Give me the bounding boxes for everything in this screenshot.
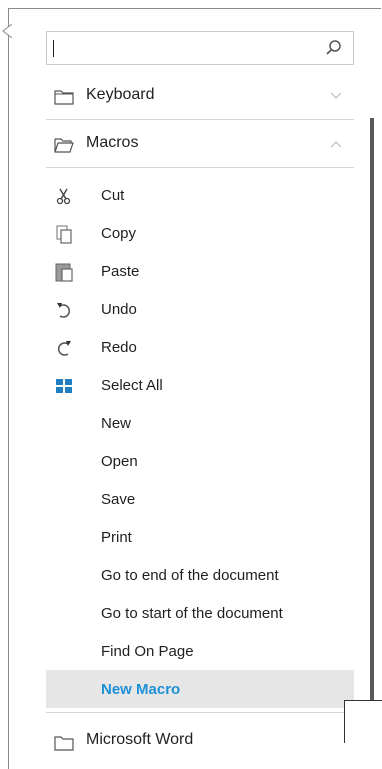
search-input[interactable] — [51, 36, 321, 60]
macro-item-paste[interactable]: Paste — [46, 252, 354, 290]
vertical-scrollbar[interactable] — [370, 118, 374, 704]
macro-list: Cut Copy Paste Undo Redo Select All New … — [46, 176, 354, 708]
section-microsoft-word[interactable]: Microsoft Word — [46, 712, 354, 753]
macro-item-new[interactable]: New — [46, 404, 354, 442]
search-box[interactable] — [46, 31, 354, 65]
macro-item-cut[interactable]: Cut — [46, 176, 354, 214]
macro-item-label: Undo — [101, 301, 137, 318]
macro-item-label: Redo — [101, 339, 137, 356]
macro-item-label: Select All — [101, 377, 163, 394]
chevron-up-icon[interactable] — [330, 140, 342, 148]
macro-item-label: Print — [101, 529, 132, 546]
redo-icon — [58, 341, 71, 356]
macro-item-open[interactable]: Open — [46, 442, 354, 480]
macro-item-new-macro[interactable]: New Macro — [46, 670, 354, 708]
undo-icon — [57, 303, 70, 318]
macro-item-label: Cut — [101, 187, 125, 204]
macro-item-label: Go to start of the document — [101, 605, 283, 622]
macro-item-label: Save — [101, 491, 136, 508]
search-icon[interactable] — [325, 39, 343, 57]
macro-item-label: Copy — [101, 225, 137, 242]
scissors-icon — [56, 188, 71, 205]
macro-item-label: Go to end of the document — [101, 567, 279, 584]
folder-icon — [54, 736, 74, 751]
macro-item-go-to-end[interactable]: Go to end of the document — [46, 556, 354, 594]
macro-item-copy[interactable]: Copy — [46, 214, 354, 252]
macro-item-save[interactable]: Save — [46, 480, 354, 518]
macro-item-go-to-start[interactable]: Go to start of the document — [46, 594, 354, 632]
folder-icon — [54, 90, 74, 105]
paste-icon — [55, 263, 73, 282]
macro-item-redo[interactable]: Redo — [46, 328, 354, 366]
copy-icon — [56, 225, 72, 244]
section-macros-label: Macros — [86, 134, 139, 151]
chevron-down-icon[interactable] — [330, 92, 342, 100]
macro-item-label: New Macro — [101, 681, 181, 698]
macro-item-select-all[interactable]: Select All — [46, 366, 354, 404]
macro-item-label: New — [101, 415, 132, 432]
macro-item-undo[interactable]: Undo — [46, 290, 354, 328]
macro-item-label: Find On Page — [101, 643, 194, 660]
folder-open-icon — [54, 138, 74, 153]
macro-item-print[interactable]: Print — [46, 518, 354, 556]
section-macros[interactable]: Macros — [46, 120, 354, 168]
macro-item-label: Paste — [101, 263, 140, 280]
macro-item-find-on-page[interactable]: Find On Page — [46, 632, 354, 670]
resize-handle[interactable] — [344, 700, 382, 743]
section-microsoft-word-label: Microsoft Word — [86, 731, 194, 748]
section-keyboard-label: Keyboard — [86, 86, 155, 103]
macro-item-label: Open — [101, 453, 138, 470]
section-keyboard[interactable]: Keyboard — [46, 72, 354, 120]
popup-pointer — [2, 24, 12, 38]
select-all-icon — [56, 379, 72, 393]
